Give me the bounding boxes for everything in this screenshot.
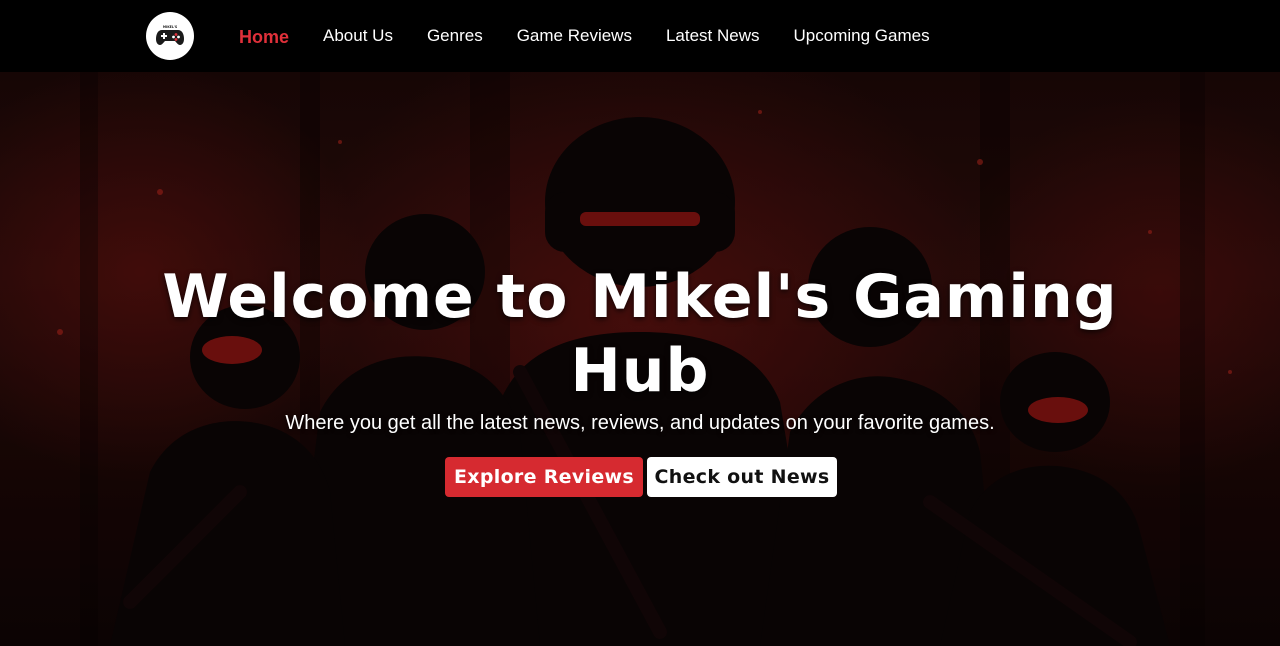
nav-links: Home About Us Genres Game Reviews Latest… (239, 0, 964, 72)
hero-subtitle: Where you get all the latest news, revie… (285, 412, 995, 434)
top-navbar: MIKEL'S Home About Us Genres Game Review… (0, 0, 1280, 72)
check-out-news-button[interactable]: Check out News (647, 457, 837, 497)
site-logo[interactable]: MIKEL'S (146, 12, 194, 60)
nav-upcoming-games-link[interactable]: Upcoming Games (794, 26, 930, 46)
hero-title: Welcome to Mikel's Gaming Hub (162, 262, 1118, 406)
nav-genres-link[interactable]: Genres (427, 26, 483, 46)
explore-reviews-button[interactable]: Explore Reviews (445, 457, 643, 497)
nav-about-link[interactable]: About Us (323, 26, 393, 46)
gamepad-icon: MIKEL'S (156, 25, 184, 45)
nav-game-reviews-link[interactable]: Game Reviews (517, 26, 632, 46)
nav-home-link[interactable]: Home (239, 27, 289, 48)
hero-section: Welcome to Mikel's Gaming Hub Where you … (0, 72, 1280, 646)
logo-text: MIKEL'S (163, 25, 178, 29)
nav-latest-news-link[interactable]: Latest News (666, 26, 760, 46)
